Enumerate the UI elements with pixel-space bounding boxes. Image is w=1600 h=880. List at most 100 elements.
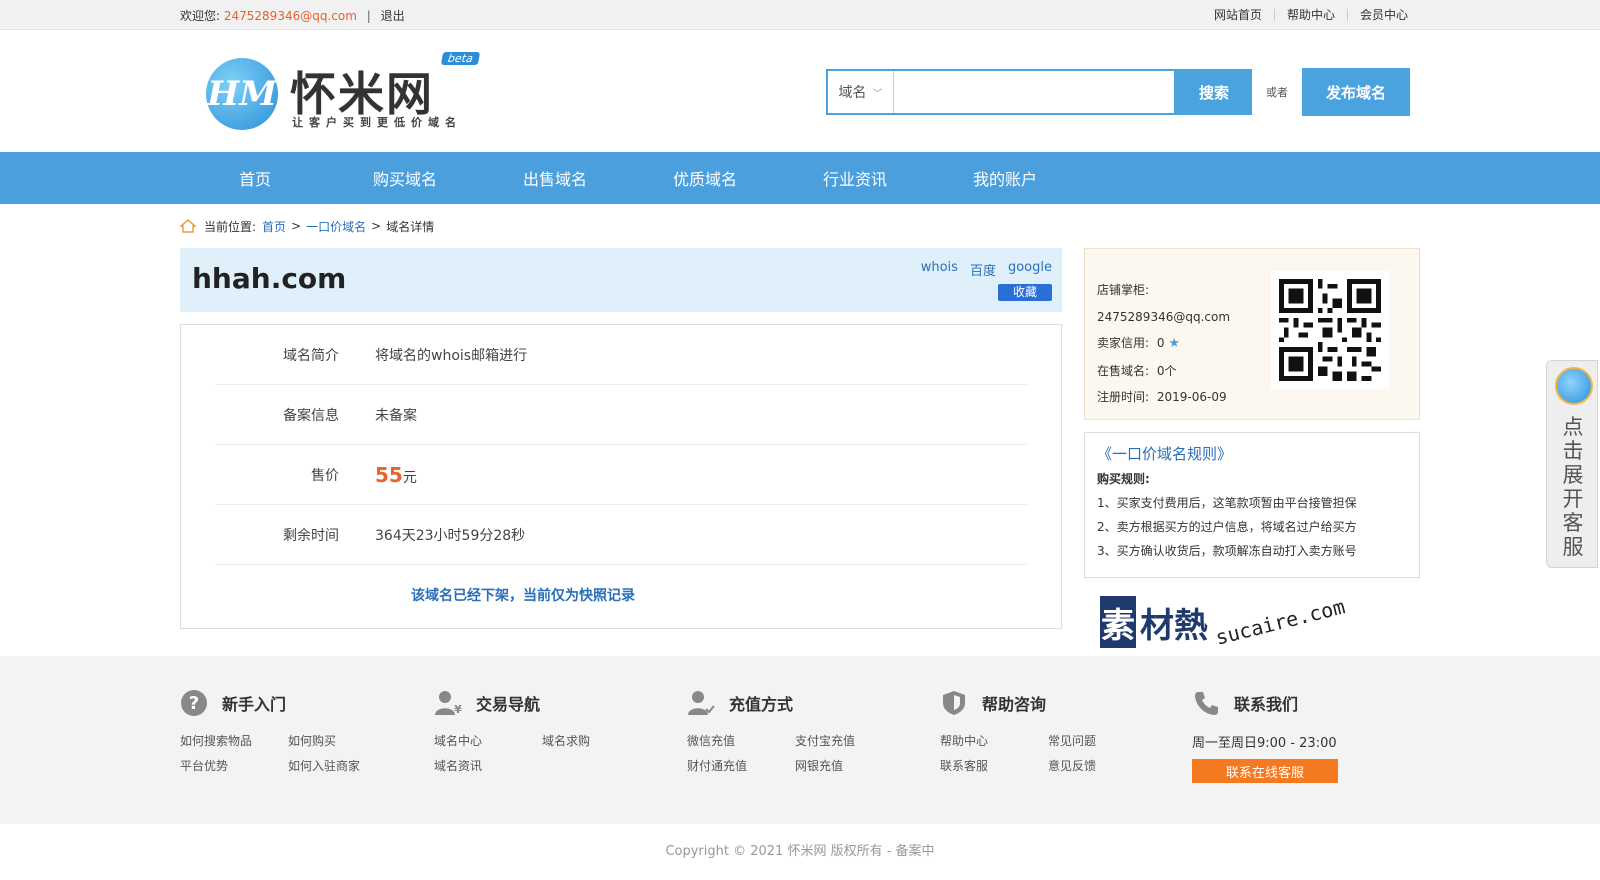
- chat-bubble-icon: [1555, 367, 1593, 405]
- credit-label: 卖家信用:: [1097, 336, 1150, 350]
- breadcrumb-prefix: 当前位置:: [204, 219, 257, 234]
- svg-text:¥: ¥: [454, 703, 462, 716]
- footer-link[interactable]: 微信充值: [687, 732, 795, 749]
- shop-selling: 在售域名: 0个: [1097, 358, 1230, 385]
- footer-link[interactable]: 帮助中心: [940, 732, 1048, 749]
- contact-online-service-button[interactable]: 联系在线客服: [1192, 759, 1338, 783]
- rules-title-link[interactable]: 《一口价域名规则》: [1097, 443, 1407, 464]
- footer-link[interactable]: 域名求购: [542, 732, 650, 749]
- logo-slogan: 让客户买到更低价域名: [292, 116, 462, 129]
- shop-credit: 卖家信用: 0 ★: [1097, 330, 1230, 358]
- info-value: 将域名的whois邮箱进行: [375, 347, 528, 364]
- star-icon: ★: [1168, 336, 1180, 351]
- side-service-widget[interactable]: 点击展开客服: [1546, 360, 1598, 568]
- or-text: 或者: [1266, 86, 1288, 99]
- footer-links: 域名中心 域名求购 域名资讯: [434, 732, 650, 774]
- whois-link[interactable]: whois: [921, 260, 958, 279]
- footer-link[interactable]: 财付通充值: [687, 757, 795, 774]
- footer-link[interactable]: 联系客服: [940, 757, 1048, 774]
- external-links: whois 百度 google: [921, 260, 1052, 279]
- top-bar: 欢迎您: 2475289346@qq.com | 退出 网站首页 帮助中心 会员…: [0, 0, 1600, 30]
- breadcrumb-home[interactable]: 首页: [262, 218, 286, 235]
- footer-link[interactable]: 平台优势: [180, 757, 288, 774]
- breadcrumb-sep: >: [371, 219, 382, 233]
- footer-link[interactable]: 域名资讯: [434, 757, 542, 774]
- info-value: 364天23小时59分28秒: [375, 527, 526, 544]
- info-value: 未备案: [375, 407, 417, 424]
- breadcrumb-current: 域名详情: [386, 219, 435, 234]
- footer-col-head: 联系我们: [1192, 686, 1338, 720]
- rule-item: 1、买家支付费用后，这笔款项暂由平台接管担保: [1097, 496, 1357, 510]
- watermark-text: 材熱: [1140, 606, 1208, 646]
- user-check-icon: [687, 689, 715, 717]
- service-hours: 周一至周日9:00 - 23:00: [1192, 736, 1337, 751]
- search-type-select[interactable]: 域名 ﹀: [828, 71, 894, 113]
- reg-label: 注册时间:: [1097, 390, 1150, 404]
- info-label: 剩余时间: [283, 527, 339, 544]
- main-nav: 首页 购买域名 出售域名 优质域名 行业资讯 我的账户: [0, 152, 1600, 204]
- footer-link[interactable]: 如何搜索物品: [180, 732, 288, 749]
- info-row-icp: 备案信息 未备案: [215, 385, 1027, 445]
- welcome-area: 欢迎您: 2475289346@qq.com | 退出: [180, 7, 405, 24]
- footer-link[interactable]: 支付宝充值: [795, 732, 903, 749]
- logo-mark: HM: [206, 58, 278, 130]
- nav-item-account[interactable]: 我的账户: [930, 166, 1080, 190]
- top-link-help[interactable]: 帮助中心: [1273, 9, 1347, 21]
- selling-value: 0个: [1156, 363, 1177, 378]
- price-number: 55: [375, 462, 403, 487]
- header: HM 怀米网 beta 让客户买到更低价域名 域名 ﹀ 搜索 或者 发布域名: [0, 30, 1600, 152]
- domain-detail: hhah.com whois 百度 google 收藏 域名简介 将域名的who…: [180, 248, 1062, 629]
- footer-link[interactable]: 域名中心: [434, 732, 542, 749]
- footer-link[interactable]: 常见问题: [1048, 732, 1156, 749]
- info-label: 备案信息: [283, 407, 339, 424]
- footer-col-head: ¥ 交易导航: [434, 686, 650, 720]
- footer-link[interactable]: 如何购买: [288, 732, 396, 749]
- breadcrumb-category[interactable]: 一口价域名: [306, 218, 366, 235]
- footer-link[interactable]: 网银充值: [795, 757, 903, 774]
- nav-item-premium[interactable]: 优质域名: [630, 166, 780, 190]
- watermark-logo: 素 材熱 sucaire.com: [1084, 592, 1420, 652]
- search-button[interactable]: 搜索: [1176, 69, 1252, 115]
- separator: |: [366, 8, 371, 23]
- site-logo[interactable]: HM 怀米网 beta 让客户买到更低价域名: [206, 52, 486, 134]
- qr-code-image: [1271, 271, 1389, 389]
- google-link[interactable]: google: [1008, 260, 1052, 275]
- nav-item-news[interactable]: 行业资讯: [780, 166, 930, 190]
- baidu-link[interactable]: 百度: [970, 264, 996, 279]
- footer-col-head: ? 新手入门: [180, 686, 396, 720]
- credit-value: 0: [1156, 336, 1165, 350]
- reg-value: 2019-06-09: [1156, 390, 1227, 404]
- logout-link[interactable]: 退出: [381, 9, 405, 23]
- footer-col-head: 帮助咨询: [940, 686, 1156, 720]
- footer-link[interactable]: 如何入驻商家: [288, 757, 396, 774]
- shop-reg: 注册时间: 2019-06-09: [1097, 384, 1230, 411]
- watermark-badge: 素: [1100, 596, 1136, 648]
- footer-link[interactable]: 意见反馈: [1048, 757, 1156, 774]
- search-input[interactable]: [894, 71, 1174, 113]
- footer-col-title: 帮助咨询: [982, 695, 1047, 714]
- side-service-label: 点击展开客服: [1562, 415, 1584, 559]
- nav-item-sell[interactable]: 出售域名: [480, 166, 630, 190]
- footer-col-contact: 联系我们 周一至周日9:00 - 23:00 联系在线客服: [1192, 686, 1338, 783]
- breadcrumb: 当前位置: 首页 > 一口价域名 > 域名详情: [180, 204, 1420, 248]
- footer-col-help: 帮助咨询 帮助中心 常见问题 联系客服 意见反馈: [940, 686, 1156, 774]
- user-email-link[interactable]: 2475289346@qq.com: [224, 9, 357, 23]
- top-link-member[interactable]: 会员中心: [1346, 9, 1420, 21]
- favorite-button[interactable]: 收藏: [998, 284, 1052, 301]
- info-row-remaining: 剩余时间 364天23小时59分28秒: [215, 505, 1027, 565]
- publish-domain-button[interactable]: 发布域名: [1302, 68, 1410, 116]
- rule-item: 3、买方确认收货后，款项解冻自动打入卖方账号: [1097, 544, 1357, 558]
- footer-col-title: 联系我们: [1234, 695, 1299, 714]
- copyright: Copyright © 2021 怀米网 版权所有 - 备案中: [665, 844, 935, 859]
- domain-name: hhah.com: [192, 262, 347, 295]
- price-unit: 元: [402, 469, 417, 486]
- price-value: 55元: [375, 463, 417, 487]
- nav-item-home[interactable]: 首页: [180, 166, 330, 190]
- search-box: 域名 ﹀: [826, 69, 1176, 115]
- top-link-home[interactable]: 网站首页: [1202, 9, 1274, 21]
- nav-item-buy[interactable]: 购买域名: [330, 166, 480, 190]
- main-content: hhah.com whois 百度 google 收藏 域名简介 将域名的who…: [180, 248, 1420, 650]
- shield-icon: [940, 689, 968, 717]
- offline-notice: 该域名已经下架，当前仅为快照记录: [411, 588, 635, 604]
- domain-info-table: 域名简介 将域名的whois邮箱进行 备案信息 未备案 售价 55元 剩余时间 …: [180, 324, 1062, 629]
